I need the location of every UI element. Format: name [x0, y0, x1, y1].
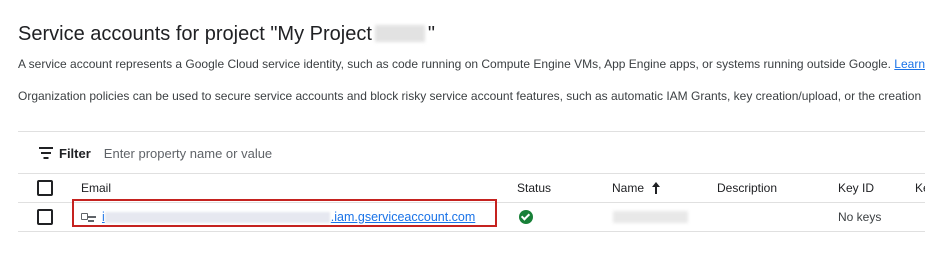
title-prefix: Service accounts for project "My Project — [18, 23, 372, 45]
select-all-checkbox[interactable] — [37, 180, 53, 196]
filter-label: Filter — [59, 145, 91, 161]
name-cell — [613, 203, 688, 231]
filter-bar[interactable]: Filter — [18, 140, 404, 166]
column-header-email[interactable]: Email — [81, 174, 111, 202]
column-header-status[interactable]: Status — [517, 174, 551, 202]
redacted-project-id — [374, 25, 425, 42]
row-select-cell[interactable] — [37, 203, 53, 231]
check-circle-icon — [519, 210, 533, 224]
divider — [18, 131, 925, 132]
title-suffix: " — [427, 23, 436, 45]
select-all-cell[interactable] — [37, 174, 53, 202]
description-line-2: Organization policies can be used to sec… — [18, 89, 925, 103]
column-header-key-id[interactable]: Key ID — [838, 174, 874, 202]
description-line-1: A service account represents a Google Cl… — [18, 57, 925, 71]
table-header: Email Status Name Description Key ID Ke — [18, 174, 925, 202]
description-text-1: A service account represents a Google Cl… — [18, 57, 891, 71]
column-header-name[interactable]: Name — [612, 174, 661, 202]
column-header-name-label: Name — [612, 181, 645, 195]
divider — [18, 231, 925, 232]
page-title: Service accounts for project "My Project… — [18, 23, 435, 46]
highlight-box — [72, 199, 497, 227]
column-header-description[interactable]: Description — [717, 174, 777, 202]
filter-input[interactable] — [103, 145, 404, 161]
column-header-key-created[interactable]: Ke — [915, 174, 925, 202]
row-checkbox[interactable] — [37, 209, 53, 225]
filter-list-icon[interactable] — [38, 147, 54, 159]
learn-more-link[interactable]: Learn m — [894, 57, 925, 71]
redacted-name — [613, 211, 688, 223]
service-accounts-page: Service accounts for project "My Project… — [0, 0, 925, 254]
key-id-cell: No keys — [838, 210, 882, 224]
status-cell — [519, 203, 533, 231]
arrow-upward-icon[interactable] — [651, 182, 661, 194]
